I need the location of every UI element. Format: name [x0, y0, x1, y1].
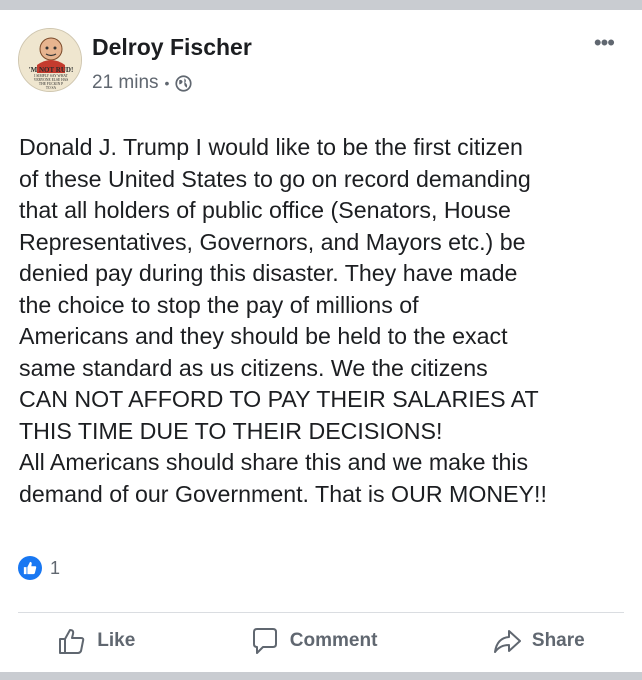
comment-label: Comment	[289, 630, 378, 651]
like-icon	[18, 556, 42, 580]
author-name[interactable]: Delroy Fischer	[92, 34, 252, 61]
post-body: Donald J. Trump I would like to be the f…	[19, 132, 629, 510]
comment-icon	[252, 628, 277, 654]
globe-icon	[175, 75, 193, 92]
share-label: Share	[531, 630, 585, 651]
divider	[18, 612, 624, 613]
post-line: Americans and they should be held to the…	[19, 323, 508, 349]
post-line: the choice to stop the pay of millions o…	[19, 291, 419, 318]
avatar[interactable]: 'M NOT RUD! I SIMPLY SAY WHAT VERYONE EL…	[18, 28, 82, 92]
action-bar: Like Comment Share	[0, 616, 642, 666]
reaction-count[interactable]: 1	[50, 558, 60, 579]
post-line: Donald J. Trump I would like to be the f…	[19, 134, 523, 160]
post-meta: 21 mins •	[92, 72, 193, 94]
like-label: Like	[97, 630, 136, 651]
svg-text:TO SA: TO SA	[46, 86, 57, 90]
post-header: 'M NOT RUD! I SIMPLY SAY WHAT VERYONE EL…	[18, 28, 618, 98]
share-icon	[493, 630, 521, 653]
thumbs-up-icon	[59, 629, 85, 654]
post-line: denied pay during this disaster. They ha…	[19, 260, 518, 286]
avatar-image: 'M NOT RUD! I SIMPLY SAY WHAT VERYONE EL…	[19, 29, 81, 91]
post-line: same standard as us citizens. We the cit…	[19, 354, 488, 381]
post-line: of these United States to go on record d…	[19, 165, 531, 192]
post-line: CAN NOT AFFORD TO PAY THEIR SALARIES AT	[19, 386, 539, 412]
meta-separator: •	[164, 75, 170, 91]
comment-button[interactable]: Comment	[234, 620, 394, 662]
post-line: that all holders of public office (Senat…	[19, 197, 511, 223]
post-line: demand of our Government. That is OUR MO…	[19, 480, 547, 507]
post-card: 'M NOT RUD! I SIMPLY SAY WHAT VERYONE EL…	[0, 10, 642, 672]
more-options-icon[interactable]: •••	[594, 30, 615, 56]
post-timestamp[interactable]: 21 mins	[92, 72, 159, 94]
share-button[interactable]: Share	[476, 620, 601, 662]
reaction-summary[interactable]: 1	[18, 556, 60, 580]
like-button[interactable]: Like	[41, 620, 151, 662]
svg-text:'M NOT RUD!: 'M NOT RUD!	[29, 66, 74, 74]
post-line: THIS TIME DUE TO THEIR DECISIONS!	[19, 417, 443, 444]
post-line: Representatives, Governors, and Mayors e…	[19, 228, 526, 255]
post-line: All Americans should share this and we m…	[19, 449, 529, 475]
